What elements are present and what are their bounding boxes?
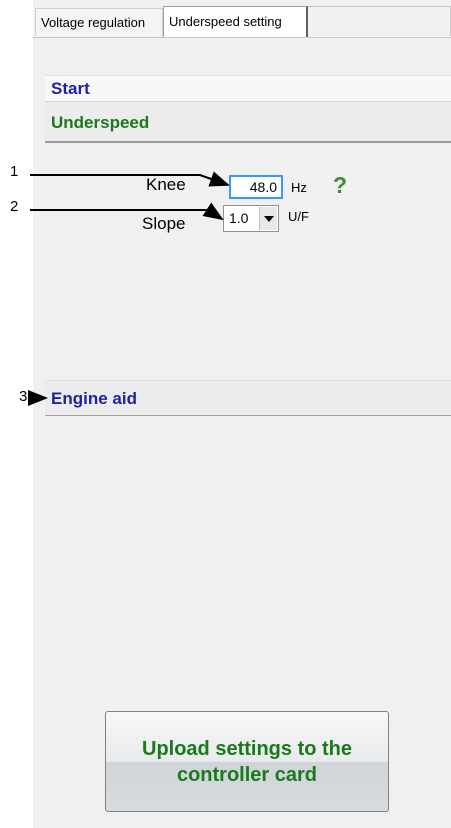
section-engine-aid-header[interactable]: Engine aid [45, 380, 451, 416]
chevron-down-icon[interactable] [259, 207, 277, 230]
knee-input[interactable] [229, 175, 283, 199]
knee-label: Knee [146, 175, 186, 194]
settings-panel: Voltage regulation Underspeed setting St… [33, 0, 451, 828]
tab-strip: Voltage regulation Underspeed setting [33, 0, 451, 38]
callout-number-2: 2 [10, 198, 19, 215]
section-underspeed-header[interactable]: Underspeed [45, 101, 451, 143]
callout-number-3: 3 [19, 388, 28, 405]
slope-dropdown[interactable]: 1.0 [223, 205, 279, 232]
knee-unit: Hz [291, 180, 307, 195]
upload-settings-button[interactable]: Upload settings to the controller card [105, 711, 389, 812]
callout-number-1: 1 [10, 163, 19, 180]
tab-underspeed-setting[interactable]: Underspeed setting [163, 6, 308, 38]
slope-selected-value: 1.0 [229, 210, 249, 226]
tab-voltage-regulation[interactable]: Voltage regulation [35, 8, 163, 36]
tab-divider [33, 37, 451, 38]
slope-unit: U/F [288, 209, 309, 224]
help-icon[interactable]: ? [333, 172, 347, 199]
section-start-header[interactable]: Start [45, 75, 451, 101]
slope-label: Slope [142, 214, 186, 233]
tab-strip-filler [308, 6, 451, 36]
